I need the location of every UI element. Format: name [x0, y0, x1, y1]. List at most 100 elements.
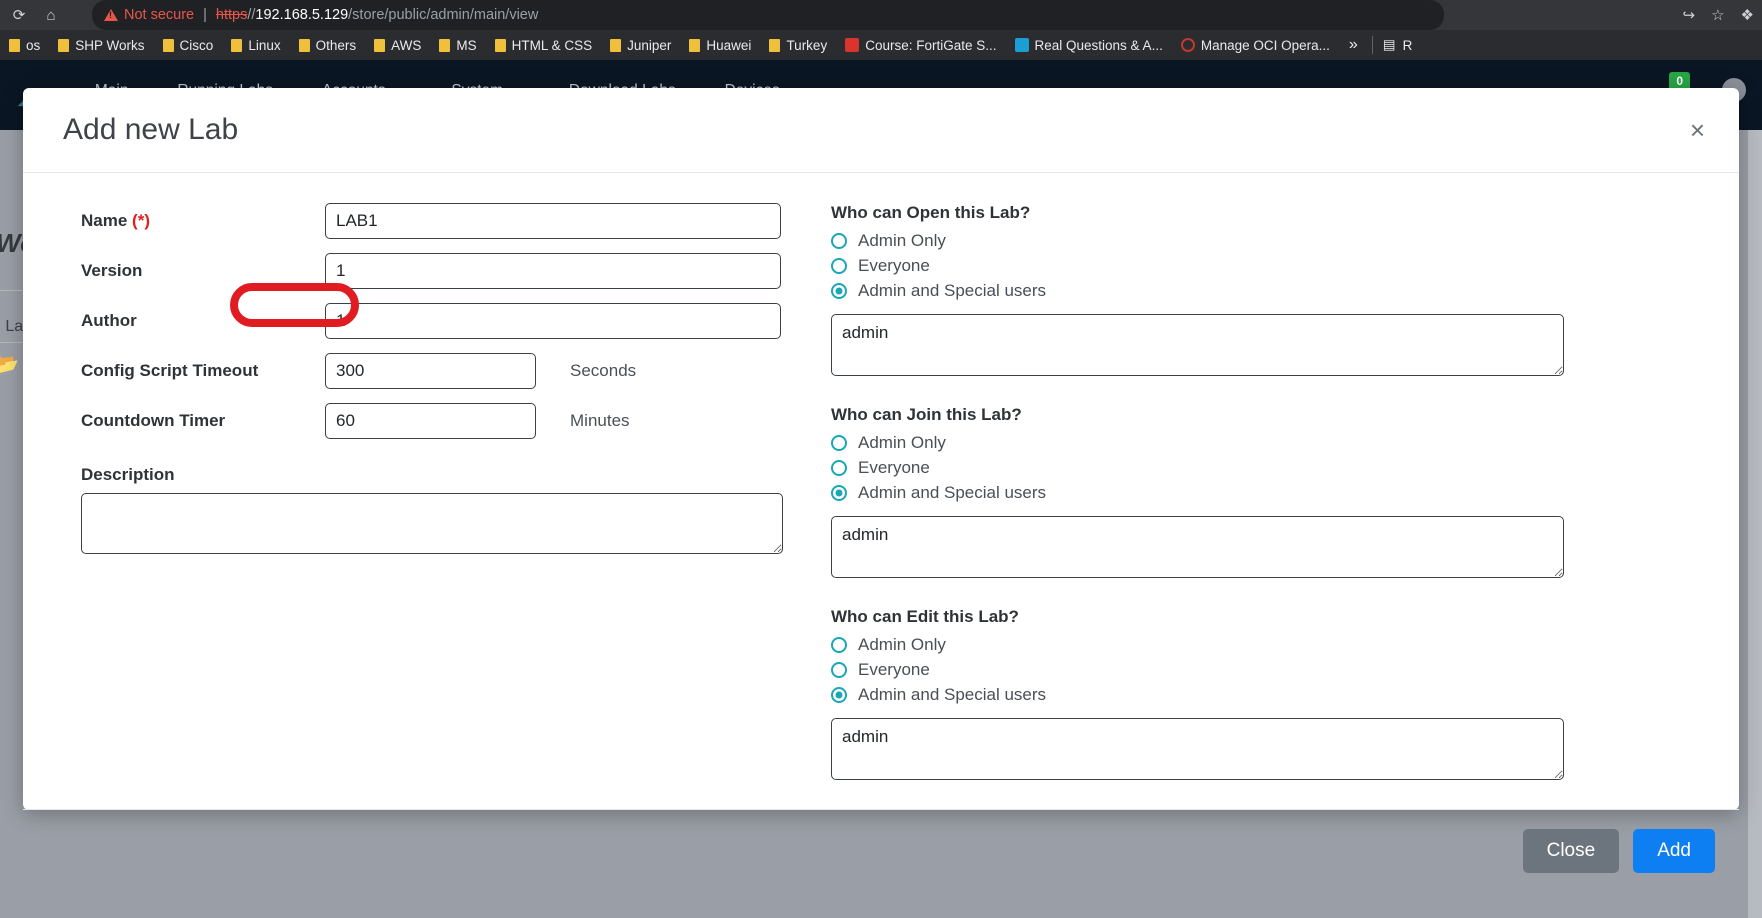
radio-option[interactable]: Admin and Special users [831, 685, 1739, 705]
bookmark-label: AWS [391, 37, 422, 53]
bookmark-label: HTML & CSS [511, 37, 593, 53]
radio-unselected-icon[interactable] [831, 258, 847, 274]
field-label: Version [81, 261, 325, 281]
omnibox-divider: | [203, 7, 207, 23]
folder-icon [162, 38, 174, 52]
bookmark-item[interactable]: Juniper [601, 30, 680, 60]
bookmark-item[interactable]: SHP Works [49, 30, 153, 60]
radio-option-label: Admin Only [858, 635, 946, 654]
description-label: Description [81, 465, 175, 484]
version-input[interactable] [325, 253, 781, 289]
field-label: Author [81, 311, 325, 331]
bookmark-item[interactable]: Others [290, 30, 366, 60]
radio-unselected-icon[interactable] [831, 435, 847, 451]
name-input[interactable] [325, 203, 781, 239]
extensions-puzzle-icon[interactable]: ❖ [1741, 6, 1754, 24]
address-bar[interactable]: Not secure | https // 192.168.5.129 /sto… [92, 0, 1444, 30]
bookmark-label: SHP Works [75, 37, 145, 53]
field-label-text: Countdown Timer [81, 411, 226, 430]
close-icon[interactable]: × [1682, 113, 1713, 147]
reading-list-button[interactable]: ▤ R [1377, 37, 1419, 53]
bookmark-item[interactable]: MS [430, 30, 485, 60]
close-button[interactable]: Close [1522, 828, 1620, 873]
field-label-text: Config Script Timeout [81, 361, 259, 380]
share-icon[interactable]: ↪ [1683, 6, 1696, 24]
special-users-textarea[interactable] [831, 718, 1564, 780]
folder-icon [439, 38, 451, 52]
radio-selected-icon[interactable] [831, 687, 847, 703]
bookmark-item[interactable]: AWS [365, 30, 430, 60]
home-icon[interactable]: ⌂ [38, 2, 64, 28]
radio-option[interactable]: Admin Only [831, 231, 1739, 251]
site-icon-blue [1014, 38, 1029, 52]
page-scrollbar[interactable] [1748, 130, 1762, 918]
radio-unselected-icon[interactable] [831, 662, 847, 678]
form-row: Author [23, 303, 823, 339]
bookmark-item[interactable]: Cisco [154, 30, 223, 60]
folder-icon [610, 38, 622, 52]
config-script-timeout-input[interactable] [325, 353, 536, 389]
radio-option-label: Admin and Special users [858, 483, 1047, 502]
bookmark-item[interactable]: Turkey [760, 30, 836, 60]
field-label: Config Script Timeout [81, 361, 325, 381]
radio-option[interactable]: Admin Only [831, 635, 1739, 655]
bookmark-label: Cisco [179, 37, 214, 53]
modal-title: Add new Lab [63, 113, 239, 146]
permission-group: Who can Edit this Lab? Admin Only Everyone… [823, 607, 1739, 785]
field-unit-label: Seconds [570, 361, 637, 380]
bookmark-label: Others [315, 37, 357, 53]
add-button[interactable]: Add [1633, 828, 1715, 873]
bookmark-item[interactable]: HTML & CSS [486, 30, 602, 60]
bookmarks-bar: os SHP Works Cisco Linux Others AWS MS HTML & C… [0, 30, 1762, 60]
field-unit-label: Minutes [570, 411, 630, 430]
permission-group-title: Who can Edit this Lab? [831, 607, 1019, 626]
field-label-text: Version [81, 261, 143, 280]
bookmark-item[interactable]: os [0, 30, 49, 60]
browser-chrome: ⟳ ⌂ Not secure | https // 192.168.5.129 … [0, 0, 1762, 60]
radio-unselected-icon[interactable] [831, 233, 847, 249]
radio-option[interactable]: Admin Only [831, 433, 1739, 453]
radio-option[interactable]: Everyone [831, 256, 1739, 276]
radio-option-label: Admin Only [858, 433, 946, 452]
bookmark-item[interactable]: Course: FortiGate S... [836, 30, 1005, 60]
bookmark-label: os [26, 37, 41, 53]
special-users-textarea[interactable] [831, 516, 1564, 578]
folder-open-icon[interactable]: 📂 [0, 352, 19, 377]
radio-unselected-icon[interactable] [831, 460, 847, 476]
radio-selected-icon[interactable] [831, 283, 847, 299]
browser-omnibar-row: ⟳ ⌂ Not secure | https // 192.168.5.129 … [0, 0, 1762, 30]
bookmark-label: Turkey [786, 37, 828, 53]
field-label: Name (*) [81, 211, 325, 231]
bookmarks-overflow-chevron-icon[interactable]: » [1339, 36, 1368, 54]
radio-option[interactable]: Everyone [831, 458, 1739, 478]
radio-option[interactable]: Admin and Special users [831, 281, 1739, 301]
form-row: Config Script Timeout Seconds [23, 353, 823, 389]
radio-option[interactable]: Everyone [831, 660, 1739, 680]
radio-unselected-icon[interactable] [831, 637, 847, 653]
lab-details-column: Name (*) Version Author Config Script Timeo… [23, 173, 823, 809]
radio-option[interactable]: Admin and Special users [831, 483, 1739, 503]
bookmark-item[interactable]: Real Questions & A... [1006, 30, 1172, 60]
radio-selected-icon[interactable] [831, 485, 847, 501]
url-path: /store/public/admin/main/view [348, 7, 539, 23]
radio-option-label: Admin Only [858, 231, 946, 250]
bookmark-label: Linux [248, 37, 281, 53]
field-label-text: Author [81, 311, 137, 330]
description-textarea[interactable] [81, 493, 783, 554]
reading-list-icon: ▤ [1382, 37, 1396, 52]
author-input[interactable] [325, 303, 781, 339]
form-row: Name (*) [23, 203, 823, 239]
folder-icon [769, 38, 781, 52]
reload-icon[interactable]: ⟳ [6, 2, 32, 28]
modal-body: Name (*) Version Author Config Script Timeo… [23, 173, 1739, 809]
special-users-textarea[interactable] [831, 314, 1564, 376]
bookmark-item[interactable]: Linux [222, 30, 289, 60]
folder-icon [689, 38, 701, 52]
radio-option-label: Admin and Special users [858, 281, 1047, 300]
bookmark-item[interactable]: Huawei [680, 30, 760, 60]
bookmark-item[interactable]: Manage OCI Opera... [1172, 30, 1339, 60]
permission-group-title: Who can Open this Lab? [831, 203, 1031, 222]
countdown-timer-input[interactable] [325, 403, 536, 439]
bookmark-star-icon[interactable]: ☆ [1711, 6, 1724, 24]
folder-icon [298, 38, 310, 52]
